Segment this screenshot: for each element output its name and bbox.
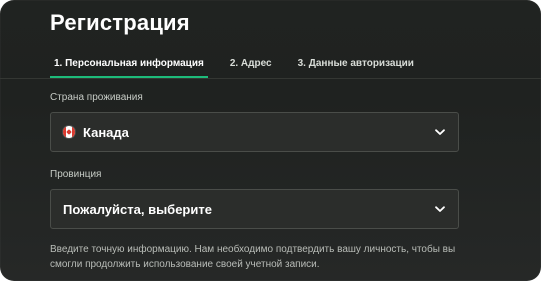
- province-value: Пожалуйста, выберите: [63, 201, 212, 217]
- canada-flag-icon: [63, 126, 75, 138]
- dialog-title: Регистрация: [50, 10, 190, 35]
- country-select[interactable]: Канада: [50, 112, 459, 152]
- form-content: Страна проживания Канада Провинция Пожал…: [50, 92, 459, 272]
- province-label: Провинция: [50, 169, 102, 180]
- tab-personal-info[interactable]: 1. Персональная информация: [50, 50, 208, 78]
- chevron-down-icon: [434, 126, 446, 138]
- dialog-header: Регистрация 1. Персональная информация 2…: [0, 0, 541, 80]
- country-label: Страна проживания: [50, 92, 143, 103]
- chevron-down-icon: [434, 203, 446, 215]
- tab-authorization-data[interactable]: 3. Данные авторизации: [294, 50, 418, 78]
- field-spacer: [50, 152, 459, 169]
- step-tabs: 1. Персональная информация 2. Адрес 3. Д…: [50, 50, 418, 78]
- tab-address[interactable]: 2. Адрес: [226, 50, 276, 78]
- identity-hint-text: Введите точную информацию. Нам необходим…: [50, 244, 456, 270]
- country-value: Канада: [83, 124, 129, 140]
- registration-dialog: Регистрация 1. Персональная информация 2…: [0, 0, 541, 281]
- header-divider: [0, 78, 541, 79]
- province-select[interactable]: Пожалуйста, выберите: [50, 189, 459, 229]
